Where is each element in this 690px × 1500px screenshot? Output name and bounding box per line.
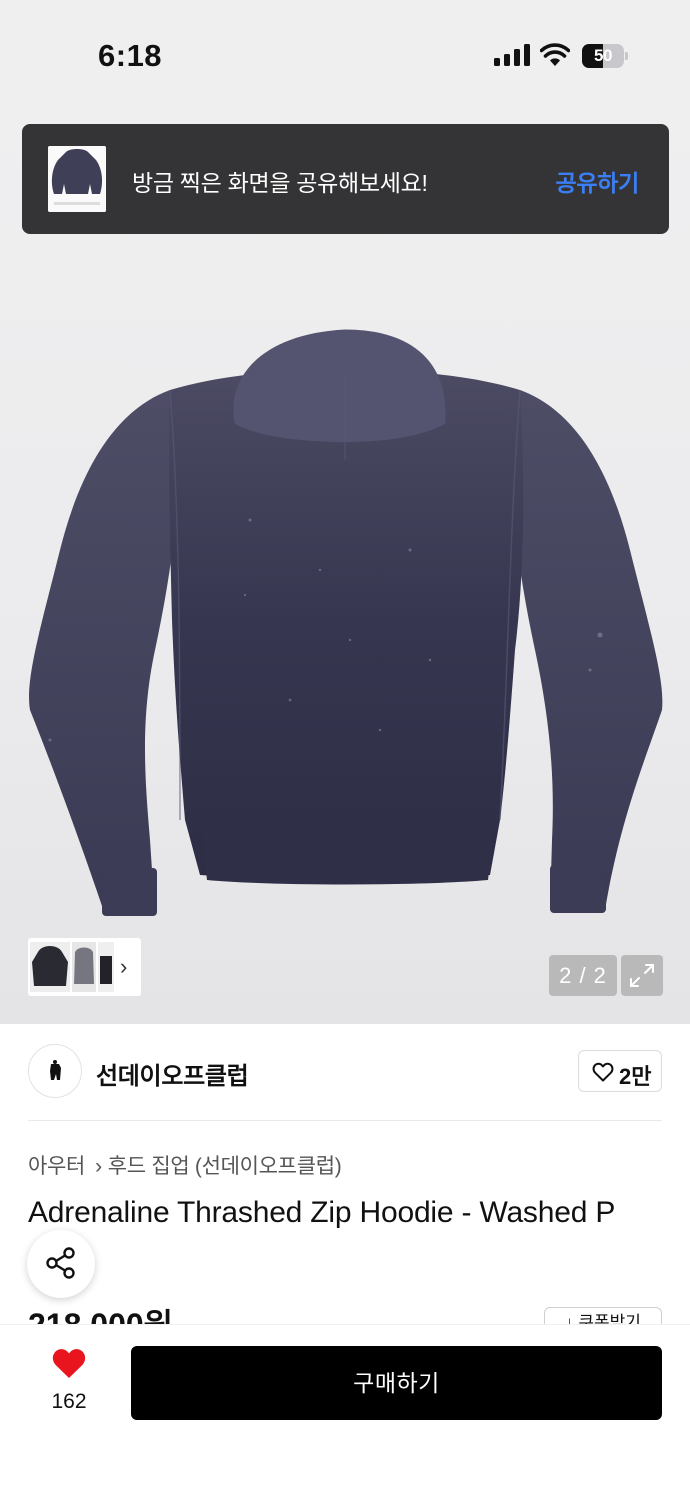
- hoodie-thumbnail-image: [48, 146, 106, 212]
- breadcrumb-subcategory[interactable]: 후드 집업 (선데이오프클럽): [108, 1155, 342, 1178]
- thumbnail-strip[interactable]: ›: [28, 938, 141, 996]
- product-price: 218,000원: [28, 1306, 173, 1324]
- screenshot-thumbnail[interactable]: [48, 146, 106, 212]
- brand-like-count: 2만: [619, 1064, 652, 1089]
- battery-icon: 50: [582, 44, 628, 68]
- signal-icon: [494, 44, 530, 66]
- brand-name[interactable]: 선데이오프클럽: [96, 1056, 249, 1091]
- toast-message: 방금 찍은 화면을 공유해보세요!: [132, 170, 428, 196]
- breadcrumb-category[interactable]: 아우터: [28, 1155, 85, 1178]
- share-icon: [46, 1247, 75, 1279]
- like-count: 162: [51, 1390, 87, 1413]
- status-time: 6:18: [98, 38, 163, 73]
- buy-button[interactable]: 구매하기: [131, 1346, 662, 1420]
- expand-icon[interactable]: [621, 955, 663, 996]
- wifi-icon: [540, 43, 570, 66]
- breadcrumb: 아우터 › 후드 집업 (선데이오프클럽): [28, 1150, 342, 1180]
- battery-level: 50: [594, 46, 612, 65]
- heart-outline-icon: [592, 1062, 614, 1082]
- chevron-right-icon: ›: [95, 1155, 102, 1178]
- like-button[interactable]: 162: [40, 1346, 98, 1416]
- thumbnail-images: [30, 942, 114, 992]
- product-image: [29, 329, 663, 916]
- heart-filled-icon: [52, 1349, 86, 1378]
- product-image-gallery[interactable]: [0, 110, 690, 1024]
- status-bar: 6:18 50: [0, 0, 690, 110]
- image-counter: 2 / 2: [549, 955, 617, 996]
- product-title: Adrenaline Thrashed Zip Hoodie - Washed …: [28, 1196, 616, 1229]
- share-toast: 방금 찍은 화면을 공유해보세요! 공유하기: [22, 124, 669, 234]
- brand-like-button[interactable]: 2만: [578, 1050, 662, 1092]
- chevron-right-icon: ›: [120, 954, 128, 979]
- divider: [28, 1120, 662, 1121]
- brand-logo[interactable]: [28, 1044, 82, 1098]
- share-action-button[interactable]: 공유하기: [556, 164, 640, 198]
- share-button[interactable]: [27, 1230, 95, 1298]
- coupon-button[interactable]: ↓ 쿠폰받기: [544, 1307, 662, 1324]
